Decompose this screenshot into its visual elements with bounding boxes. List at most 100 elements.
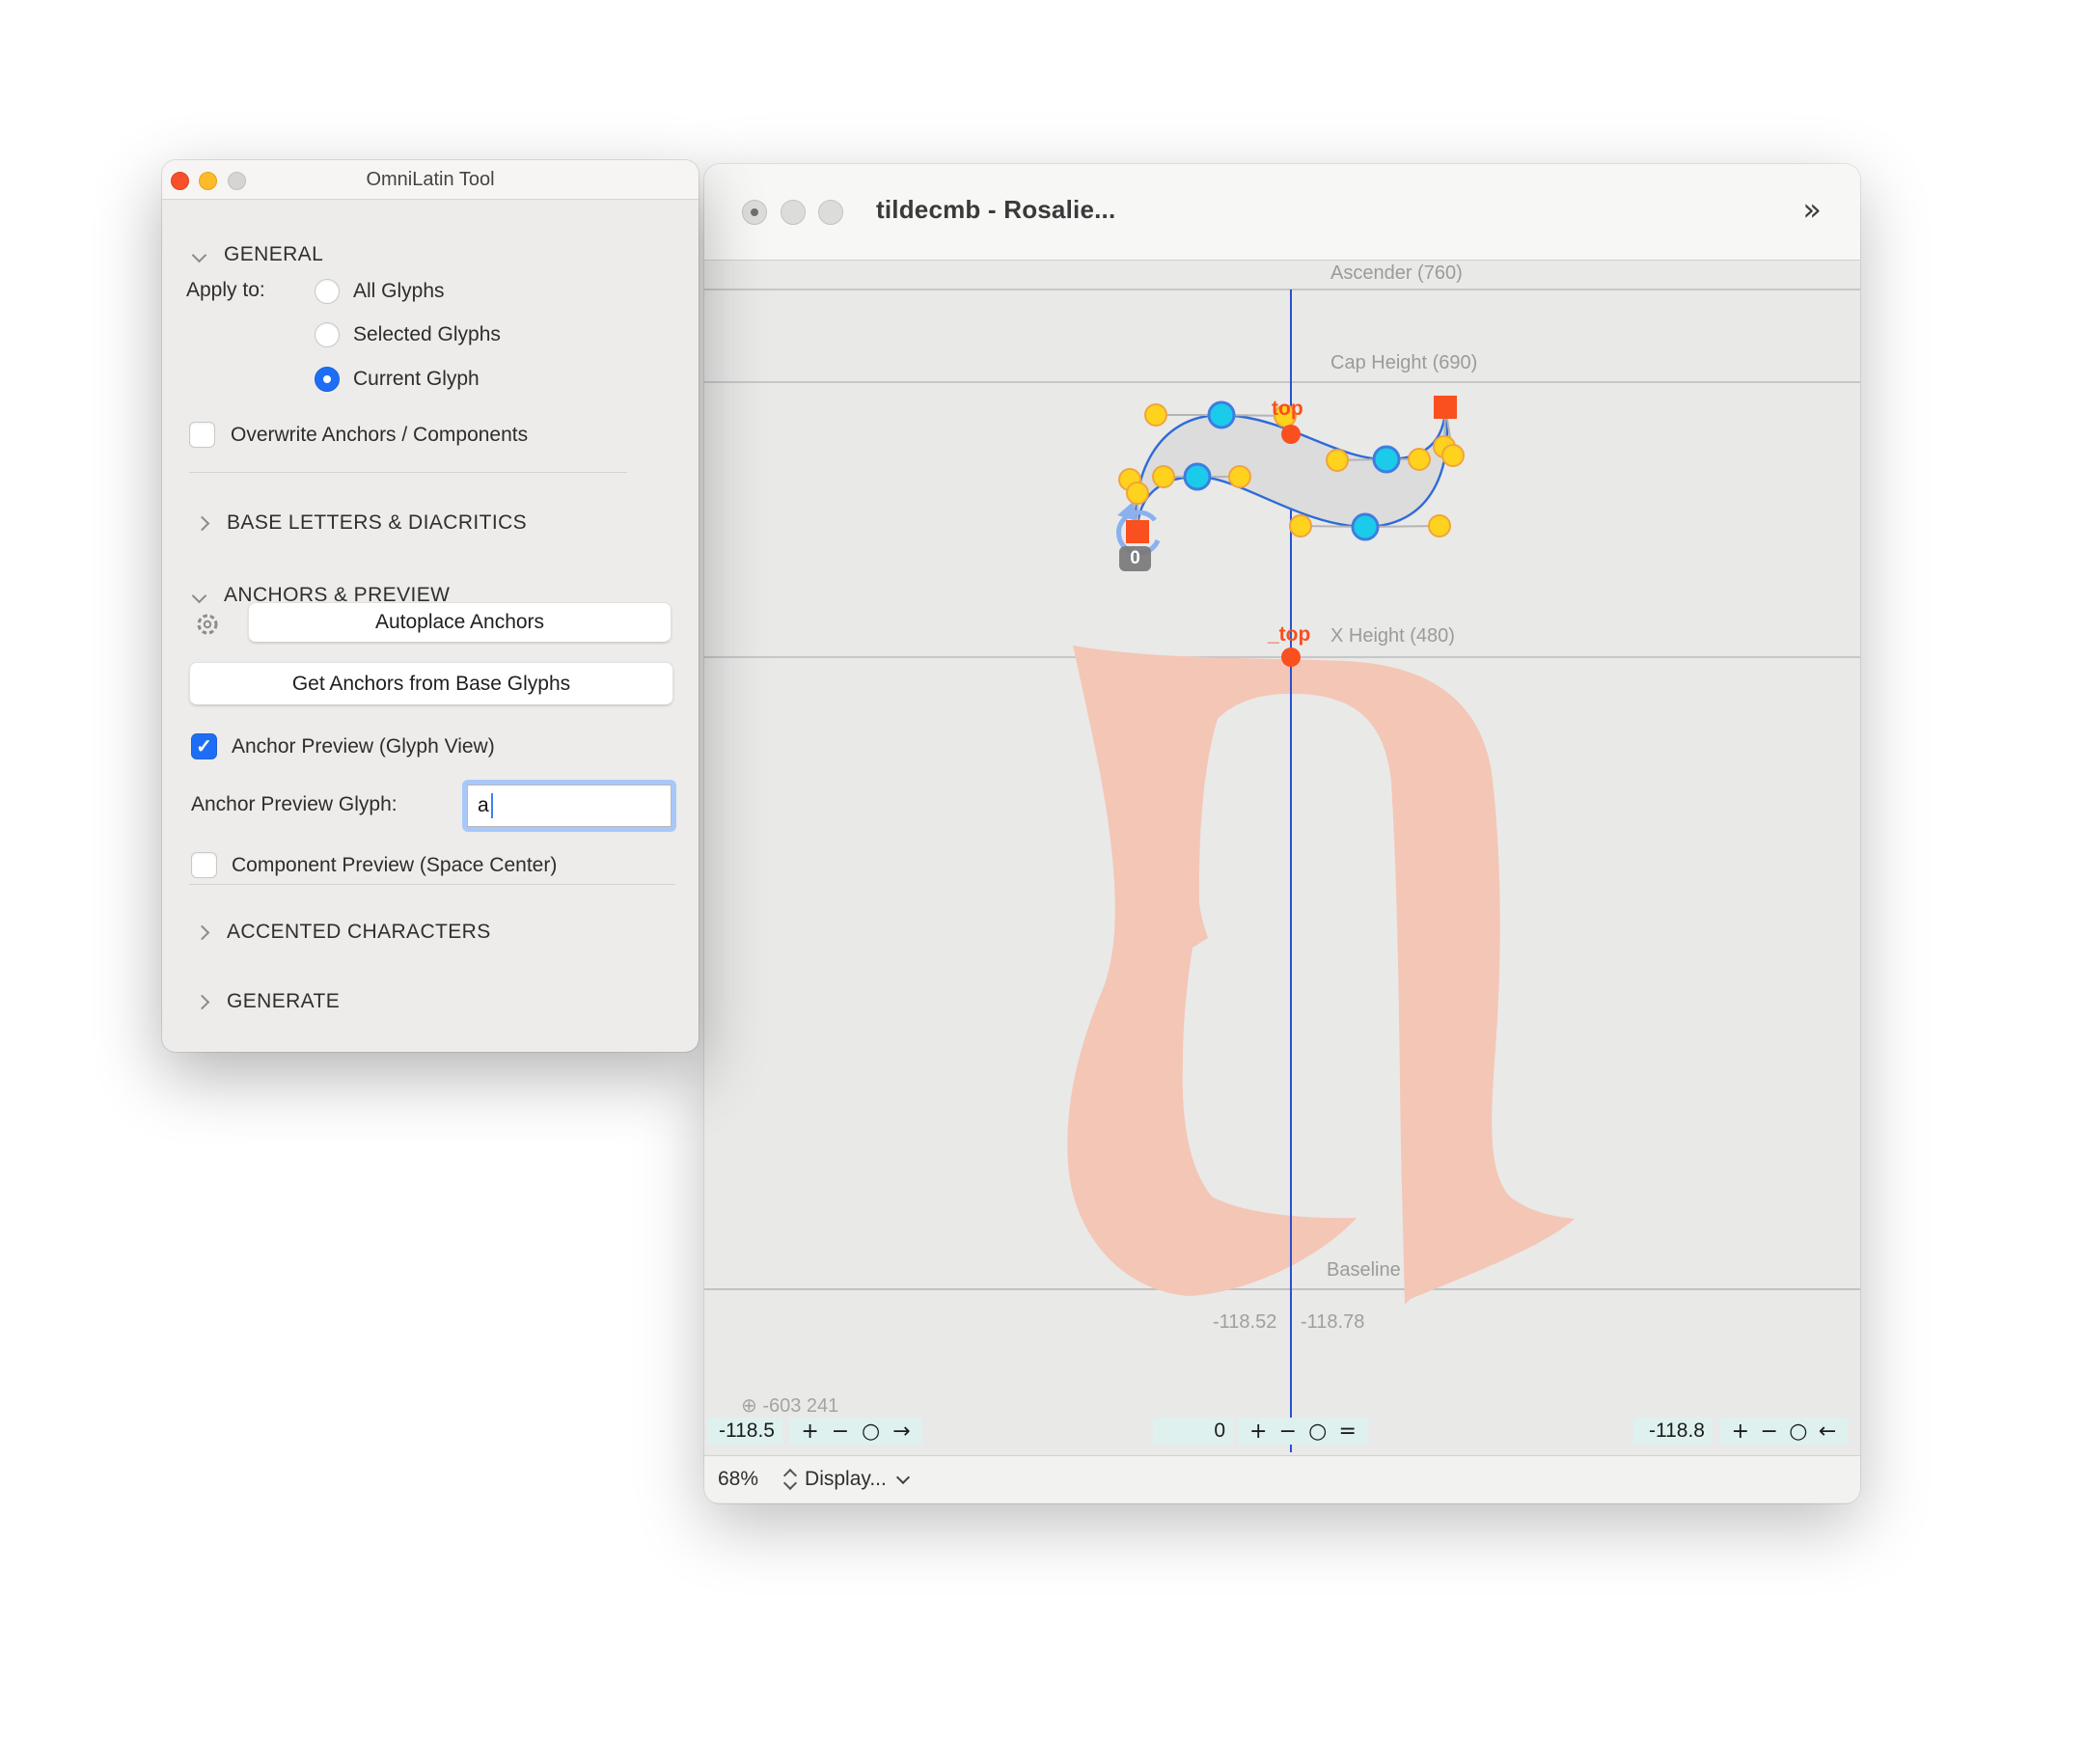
- right-sidebearing-value[interactable]: -118.8: [1633, 1418, 1713, 1445]
- metrics-key-button[interactable]: ○: [862, 1419, 880, 1444]
- overwrite-checkbox-row[interactable]: Overwrite Anchors / Components: [189, 422, 528, 448]
- checkbox-checked-icon[interactable]: ✓: [191, 733, 217, 759]
- decrement-button[interactable]: −: [1760, 1419, 1777, 1444]
- section-base-letters[interactable]: BASE LETTERS & DIACRITICS: [197, 511, 527, 535]
- minimize-button[interactable]: [781, 200, 806, 225]
- arrow-left-button[interactable]: ←: [1819, 1419, 1836, 1444]
- measurement-left: -118.52: [1213, 1311, 1275, 1334]
- apply-to-label-row: Apply to:: [186, 279, 265, 302]
- glyph-field-label-row: Anchor Preview Glyph:: [191, 793, 398, 816]
- equals-button[interactable]: =: [1338, 1419, 1356, 1444]
- display-menu[interactable]: Display...: [805, 1468, 887, 1491]
- handle-node: [1145, 404, 1166, 426]
- pointer-readout-value: -603 241: [762, 1395, 838, 1417]
- glyph-editor-window: tildecmb - Rosalie... »: [704, 164, 1860, 1503]
- cap-height-label: Cap Height (690): [1330, 352, 1477, 374]
- editor-titlebar: tildecmb - Rosalie... »: [704, 164, 1860, 261]
- smooth-node: [1209, 402, 1234, 427]
- anchor-preview-glyph-input[interactable]: a: [467, 785, 672, 827]
- preview-glyph-a: [1067, 646, 1575, 1305]
- desktop: tildecmb - Rosalie... »: [0, 0, 2084, 1764]
- glyph-canvas[interactable]: Ascender (760) Cap Height (690) X Height…: [704, 261, 1860, 1455]
- handle-node: [1153, 466, 1174, 487]
- checkbox-unchecked-icon[interactable]: [191, 852, 217, 878]
- pointer-coordinates: ⊕ -603 241: [741, 1393, 838, 1418]
- metrics-key-button[interactable]: ○: [1308, 1419, 1327, 1444]
- active-dot: [751, 208, 758, 216]
- width-buttons: + − ○ =: [1238, 1418, 1368, 1445]
- close-button[interactable]: [742, 200, 767, 225]
- anchor-top-dot[interactable]: [1281, 425, 1301, 444]
- increment-button[interactable]: +: [1732, 1419, 1749, 1444]
- smooth-node: [1353, 514, 1378, 539]
- radio-selected-glyphs[interactable]: Selected Glyphs: [315, 322, 501, 347]
- handle-node: [1127, 482, 1148, 504]
- radio-icon[interactable]: [315, 279, 340, 304]
- measurement-right: -118.78: [1301, 1311, 1364, 1334]
- checkbox-label: Anchor Preview (Glyph View): [232, 735, 495, 758]
- zoom-stepper-icon[interactable]: [785, 1471, 795, 1488]
- left-sidebearing-buttons: + − ○ →: [789, 1418, 922, 1445]
- component-preview-checkbox-row[interactable]: Component Preview (Space Center): [191, 852, 557, 878]
- autoplace-anchors-button[interactable]: Autoplace Anchors: [248, 602, 672, 643]
- section-accented-characters[interactable]: ACCENTED CHARACTERS: [197, 921, 491, 944]
- anchor-preview-checkbox-row[interactable]: ✓ Anchor Preview (Glyph View): [191, 733, 495, 759]
- panel-titlebar: OmniLatin Tool: [162, 160, 699, 200]
- handle-node: [1429, 515, 1450, 537]
- chevron-down-icon: [192, 247, 207, 262]
- increment-button[interactable]: +: [1249, 1419, 1267, 1444]
- decrement-button[interactable]: −: [1279, 1419, 1297, 1444]
- handle-node: [1290, 515, 1311, 537]
- metrics-key-button[interactable]: ○: [1789, 1419, 1807, 1444]
- radio-icon[interactable]: [315, 322, 340, 347]
- get-anchors-button[interactable]: Get Anchors from Base Glyphs: [189, 662, 673, 705]
- decrement-button[interactable]: −: [832, 1419, 849, 1444]
- radio-label: Current Glyph: [353, 368, 480, 391]
- gear-icon[interactable]: [192, 609, 223, 640]
- glyph-canvas-drawing: [704, 261, 1860, 1455]
- section-general[interactable]: GENERAL: [194, 243, 323, 266]
- radio-current-glyph[interactable]: Current Glyph: [315, 367, 480, 392]
- radio-all-glyphs[interactable]: All Glyphs: [315, 279, 445, 304]
- text-caret: [491, 793, 493, 818]
- radio-selected-icon[interactable]: [315, 367, 340, 392]
- editor-statusbar: 68% Display...: [704, 1455, 1860, 1502]
- section-label: BASE LETTERS & DIACRITICS: [227, 511, 527, 535]
- x-height-label: X Height (480): [1330, 625, 1455, 648]
- panel-title: OmniLatin Tool: [162, 169, 699, 191]
- checkbox-label: Overwrite Anchors / Components: [231, 424, 528, 447]
- ascender-label: Ascender (760): [1330, 262, 1463, 285]
- section-label: GENERATE: [227, 990, 340, 1013]
- anchor-under-top-label[interactable]: _top: [1268, 623, 1310, 647]
- chevron-down-icon: [192, 588, 207, 603]
- chevron-right-icon: [195, 924, 210, 940]
- crosshair-icon: ⊕: [741, 1393, 757, 1417]
- start-corner-node[interactable]: [1126, 520, 1149, 543]
- section-generate[interactable]: GENERATE: [197, 990, 340, 1013]
- checkbox-unchecked-icon[interactable]: [189, 422, 215, 448]
- right-sidebearing-buttons: + − ○ ←: [1720, 1418, 1848, 1445]
- left-sidebearing-value[interactable]: -118.5: [707, 1418, 782, 1445]
- arrow-right-button[interactable]: →: [892, 1419, 910, 1444]
- anchor-top-label[interactable]: top: [1272, 398, 1303, 421]
- handle-node: [1442, 445, 1464, 466]
- chevron-right-icon: [195, 515, 210, 531]
- handle-node: [1409, 449, 1430, 470]
- increment-button[interactable]: +: [801, 1419, 818, 1444]
- corner-node[interactable]: [1434, 396, 1457, 419]
- divider: [189, 472, 627, 473]
- expand-tabs-icon[interactable]: »: [1802, 191, 1822, 228]
- radio-label: All Glyphs: [353, 280, 445, 303]
- omnilatin-tool-panel: OmniLatin Tool GENERAL Apply to: All Gly…: [162, 160, 699, 1052]
- zoom-button[interactable]: [818, 200, 843, 225]
- glyph-field-focus-ring: a: [462, 780, 676, 832]
- baseline-label: Baseline: [1327, 1259, 1401, 1282]
- zoom-level[interactable]: 68%: [718, 1468, 758, 1491]
- divider: [189, 884, 675, 885]
- chevron-down-icon[interactable]: [896, 1471, 910, 1484]
- node-index-badge: 0: [1119, 546, 1151, 571]
- editor-tab-title[interactable]: tildecmb - Rosalie...: [876, 195, 1115, 225]
- anchor-under-top-dot[interactable]: [1281, 648, 1301, 667]
- handle-node: [1327, 450, 1348, 471]
- width-value[interactable]: 0: [1153, 1418, 1233, 1445]
